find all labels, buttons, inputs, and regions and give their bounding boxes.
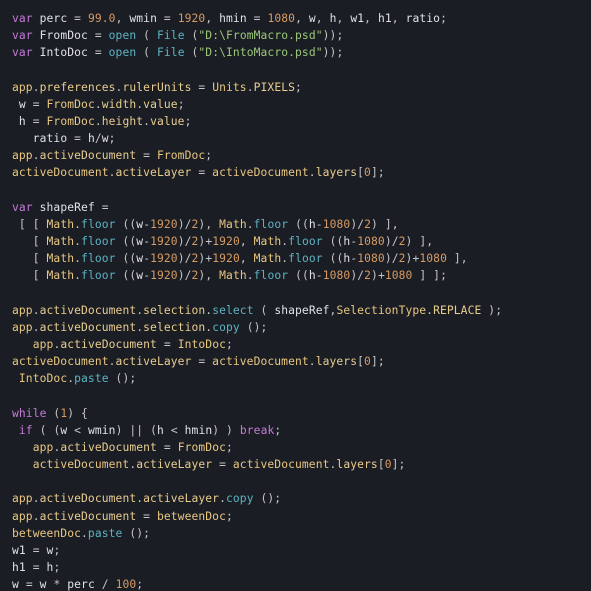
code-block: var perc = 99.0, wmin = 1920, hmin = 108…	[0, 0, 591, 591]
keyword-var: var	[12, 12, 33, 25]
